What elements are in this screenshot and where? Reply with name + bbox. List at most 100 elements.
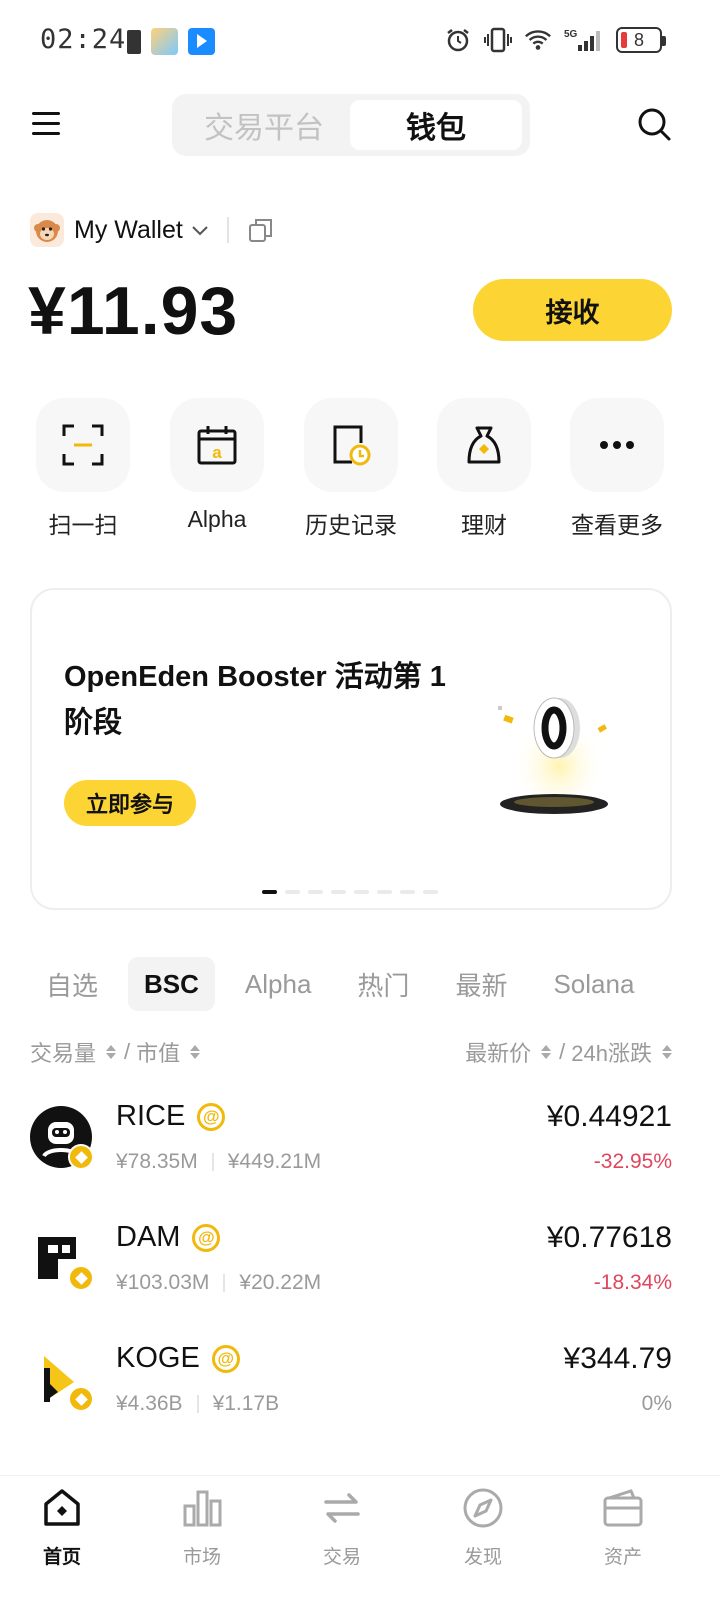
carousel-dot[interactable] [377, 890, 392, 894]
token-symbol: DAM @ [116, 1221, 221, 1254]
shortcut-history[interactable]: 历史记录 [286, 398, 416, 540]
carousel-dot[interactable] [308, 890, 323, 894]
tab-hot[interactable]: 热门 [341, 957, 425, 1011]
status-bar: 02:24 5G 8 [0, 0, 720, 82]
token-market-cap: ¥1.17B [212, 1392, 280, 1415]
shortcut-earn[interactable]: 理财 [419, 398, 549, 540]
wallet-selector[interactable]: My Wallet [30, 210, 275, 250]
tab-new[interactable]: 最新 [439, 957, 523, 1011]
alpha-calendar-icon: a [170, 398, 264, 492]
divider [226, 217, 229, 243]
token-row[interactable]: RICE @ ¥78.35M ¥449.21M ¥0.44921 -32.95% [30, 1090, 672, 1211]
carousel-dot[interactable] [423, 890, 438, 894]
bsc-chain-badge-icon [68, 1144, 94, 1170]
assets-wallet-icon [601, 1486, 645, 1530]
bottom-nav: 首页 市场 交易 发现 资产 [0, 1475, 720, 1610]
top-nav: 交易平台 钱包 [0, 92, 720, 158]
sort-arrows-icon[interactable] [541, 1045, 552, 1059]
token-change: 0% [641, 1392, 672, 1415]
alpha-badge-icon: @ [192, 1223, 221, 1252]
sort-arrows-icon[interactable] [190, 1045, 201, 1059]
sort-left-group: 交易量 / 市值 [30, 1036, 208, 1068]
trade-swap-icon [320, 1486, 364, 1530]
status-time: 02:24 [40, 24, 127, 55]
receive-button[interactable]: 接收 [473, 279, 672, 341]
carousel-dot[interactable] [262, 890, 277, 894]
sort-arrows-icon[interactable] [106, 1045, 117, 1059]
market-tabs: 自选 BSC Alpha 热门 最新 Solana [30, 956, 664, 1012]
bsc-chain-badge-icon [68, 1265, 94, 1291]
token-price: ¥0.77618 [546, 1221, 672, 1254]
sort-price[interactable]: 最新价 [465, 1036, 531, 1068]
wifi-icon [524, 26, 552, 54]
carousel-dot[interactable] [354, 890, 369, 894]
token-row[interactable]: KOGE @ ¥4.36B ¥1.17B ¥344.79 0% [30, 1332, 672, 1453]
token-row[interactable]: DAM @ ¥103.03M ¥20.22M ¥0.77618 -18.34% [30, 1211, 672, 1332]
tab-alpha[interactable]: Alpha [229, 957, 328, 1011]
vibrate-icon [484, 26, 512, 54]
sort-arrows-icon[interactable] [662, 1045, 672, 1059]
shortcut-scan[interactable]: 扫一扫 [18, 398, 148, 540]
wallet-name: My Wallet [74, 215, 183, 244]
shortcut-label: 历史记录 [305, 512, 397, 538]
token-symbol: RICE @ [116, 1100, 226, 1133]
nav-label: 首页 [42, 1547, 81, 1568]
bsc-chain-badge-icon [68, 1386, 94, 1412]
tab-bsc[interactable]: BSC [128, 957, 215, 1011]
shortcut-label: 查看更多 [571, 512, 663, 538]
banner-title: OpenEden Booster 活动第 1 阶段 [64, 661, 446, 739]
token-symbol: KOGE @ [116, 1342, 240, 1375]
shortcut-alpha[interactable]: a Alpha [152, 398, 282, 533]
token-list: RICE @ ¥78.35M ¥449.21M ¥0.44921 -32.95% D… [30, 1090, 672, 1475]
nav-home[interactable]: 首页 [7, 1486, 117, 1569]
nav-label: 发现 [463, 1547, 502, 1568]
sort-right-group: 最新价 / 24h涨跌 [465, 1036, 672, 1068]
token-price: ¥344.79 [563, 1342, 672, 1375]
battery-icon: 8 [616, 27, 666, 53]
nav-assets[interactable]: 资产 [568, 1486, 678, 1569]
alpha-badge-icon: @ [211, 1344, 240, 1373]
sort-change-24h[interactable]: 24h涨跌 [571, 1036, 652, 1068]
token-symbol-text: DAM [116, 1221, 181, 1253]
shortcut-grid: 扫一扫 a Alpha 历史记录 理财 查看更多 [0, 398, 720, 538]
discover-compass-icon [461, 1486, 505, 1530]
tab-exchange[interactable]: 交易平台 [178, 100, 350, 150]
menu-icon[interactable] [32, 108, 60, 140]
signal-5g-icon: 5G [564, 26, 604, 54]
wallet-avatar [30, 213, 64, 247]
join-now-button[interactable]: 立即参与 [64, 780, 196, 826]
token-symbol-text: RICE [116, 1100, 186, 1132]
shortcut-more[interactable]: 查看更多 [552, 398, 682, 540]
carousel-dot[interactable] [331, 890, 346, 894]
tab-wallet[interactable]: 钱包 [350, 100, 522, 150]
token-stats: ¥4.36B ¥1.17B [116, 1392, 279, 1416]
promo-banner[interactable]: OpenEden Booster 活动第 1 阶段 立即参与 [30, 588, 672, 910]
carousel-dot[interactable] [400, 890, 415, 894]
token-stats: ¥78.35M ¥449.21M [116, 1150, 321, 1174]
nav-market[interactable]: 市场 [147, 1486, 257, 1569]
money-bag-icon [437, 398, 531, 492]
nav-label: 市场 [182, 1547, 221, 1568]
tab-favorites[interactable]: 自选 [30, 957, 114, 1011]
shortcut-label: 理财 [461, 512, 507, 538]
token-symbol-text: KOGE [116, 1342, 200, 1374]
openeden-coin-illustration [494, 686, 624, 816]
carousel-dot[interactable] [285, 890, 300, 894]
token-market-cap: ¥449.21M [227, 1150, 322, 1173]
sort-market-cap[interactable]: 市值 [136, 1036, 180, 1068]
tab-solana[interactable]: Solana [537, 957, 650, 1011]
status-right-icons: 5G 8 [444, 26, 666, 54]
copy-icon[interactable] [247, 216, 275, 244]
token-volume: ¥103.03M [116, 1271, 210, 1294]
sort-volume[interactable]: 交易量 [30, 1036, 96, 1068]
search-icon[interactable] [636, 106, 672, 142]
sort-header: 交易量 / 市值 最新价 / 24h涨跌 [30, 1036, 672, 1068]
token-volume: ¥4.36B [116, 1392, 183, 1415]
app-notification-icon [188, 28, 215, 55]
nav-trade[interactable]: 交易 [287, 1486, 397, 1569]
token-change: -32.95% [593, 1150, 672, 1173]
nav-label: 资产 [603, 1547, 642, 1568]
nav-discover[interactable]: 发现 [428, 1486, 538, 1569]
token-stats: ¥103.03M ¥20.22M [116, 1271, 321, 1295]
weather-app-icon [151, 28, 178, 55]
